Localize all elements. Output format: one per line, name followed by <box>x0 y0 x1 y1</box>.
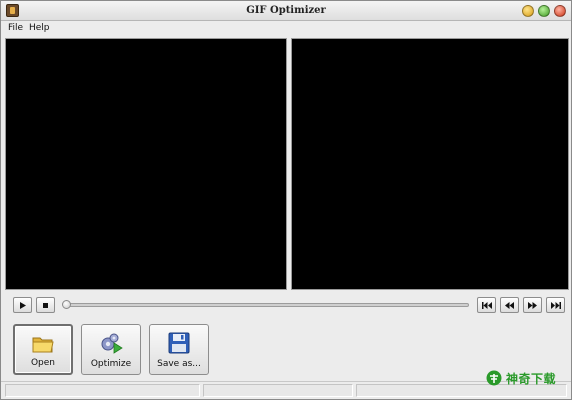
frame-slider-thumb[interactable] <box>62 300 71 309</box>
next-frame-button[interactable] <box>523 297 542 313</box>
save-as-button[interactable]: Save as... <box>149 324 209 375</box>
watermark-logo-icon <box>486 370 502 386</box>
previous-frame-button[interactable] <box>500 297 519 313</box>
optimize-button[interactable]: Optimize <box>81 324 141 375</box>
play-icon <box>19 301 26 309</box>
gears-play-icon <box>101 333 123 354</box>
close-button[interactable] <box>554 5 566 17</box>
optimized-preview-pane <box>291 38 569 290</box>
status-cell-1 <box>5 384 200 397</box>
minimize-button[interactable] <box>522 5 534 17</box>
menu-bar: File Help <box>1 22 571 36</box>
fast-forward-icon <box>528 301 537 309</box>
maximize-button[interactable] <box>538 5 550 17</box>
watermark-text: 神奇下载 <box>506 371 557 386</box>
save-as-label: Save as... <box>157 359 201 369</box>
floppy-disk-icon <box>168 332 190 354</box>
open-button[interactable]: Open <box>13 324 73 375</box>
frame-slider-track[interactable] <box>65 303 469 307</box>
stop-icon <box>43 302 48 308</box>
watermark: 神奇下载 <box>486 368 556 388</box>
menu-help[interactable]: Help <box>29 23 50 33</box>
folder-icon <box>32 337 54 353</box>
open-label: Open <box>30 358 56 368</box>
app-window: GIF Optimizer File Help Open Optimize Sa… <box>0 0 572 400</box>
stop-button[interactable] <box>36 297 55 313</box>
title-bar: GIF Optimizer <box>1 1 571 21</box>
menu-file[interactable]: File <box>8 23 23 33</box>
skip-last-icon <box>550 301 561 309</box>
play-button[interactable] <box>13 297 32 313</box>
original-preview-pane <box>5 38 287 290</box>
optimize-label: Optimize <box>90 359 132 369</box>
skip-first-icon <box>481 301 492 309</box>
last-frame-button[interactable] <box>546 297 565 313</box>
status-cell-2 <box>203 384 353 397</box>
first-frame-button[interactable] <box>477 297 496 313</box>
window-title: GIF Optimizer <box>246 5 326 16</box>
rewind-icon <box>505 301 514 309</box>
